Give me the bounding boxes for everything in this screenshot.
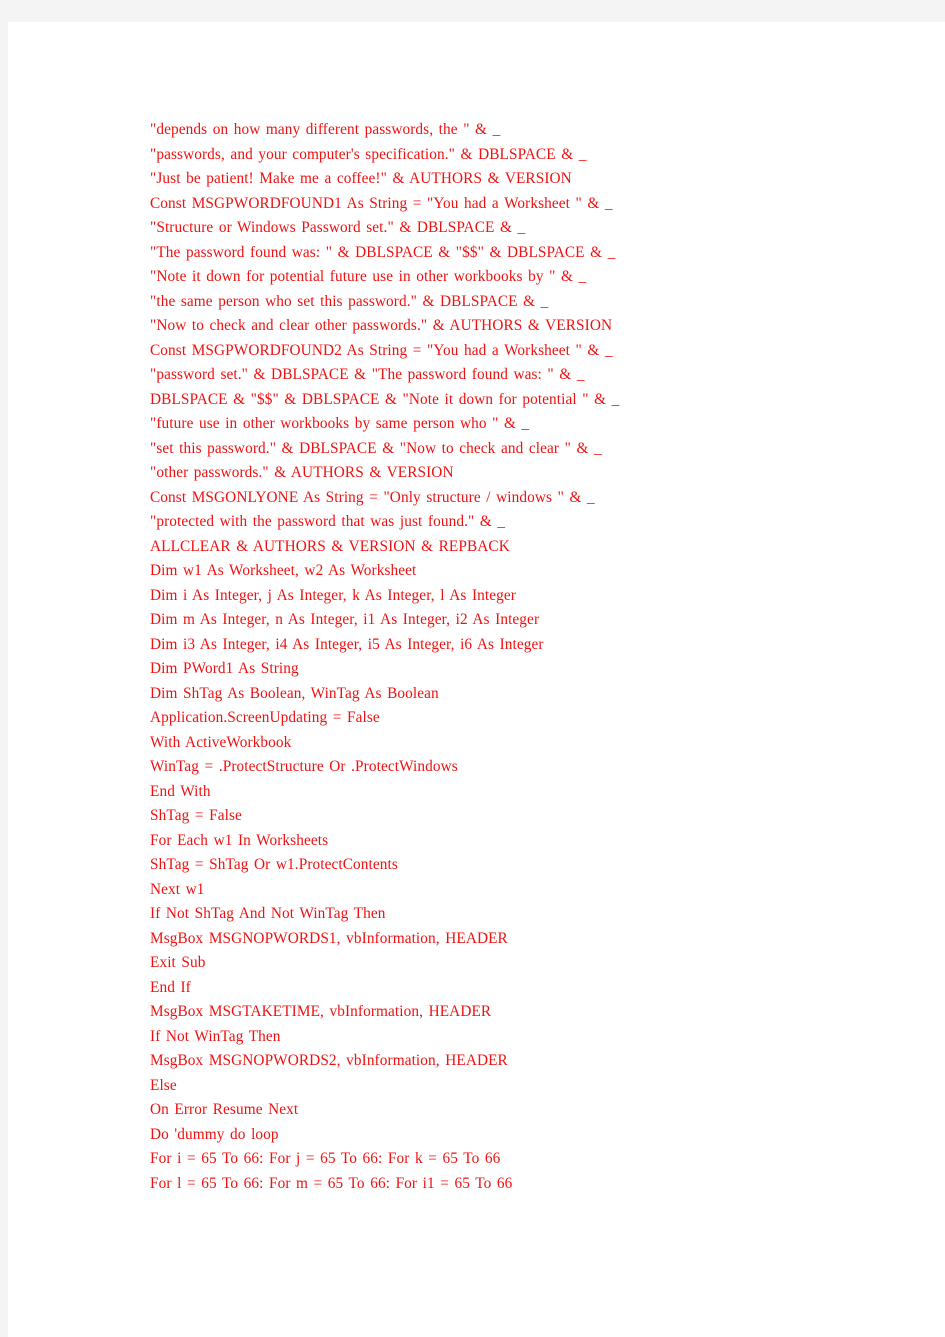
code-line: Dim w1 As Worksheet, w2 As Worksheet (150, 562, 417, 579)
code-line: "set this password." & DBLSPACE & "Now t… (150, 439, 602, 457)
code-line: "future use in other workbooks by same p… (150, 415, 530, 432)
code-line: MsgBox MSGNOPWORDS1, vbInformation, HEAD… (150, 929, 508, 947)
code-line: "other passwords." & AUTHORS & VERSION (150, 464, 454, 481)
code-line: Dim i3 As Integer, i4 As Integer, i5 As … (150, 635, 544, 653)
code-line: ALLCLEAR & AUTHORS & VERSION & REPBACK (150, 537, 510, 555)
code-line: DBLSPACE & "$$" & DBLSPACE & "Note it do… (150, 390, 620, 408)
code-line: "Structure or Windows Password set." & D… (150, 219, 526, 236)
code-line: Do 'dummy do loop (150, 1125, 279, 1143)
code-line: MsgBox MSGTAKETIME, vbInformation, HEADE… (150, 1003, 492, 1020)
code-line: Dim i As Integer, j As Integer, k As Int… (150, 586, 516, 604)
code-line: Const MSGPWORDFOUND1 As String = "You ha… (150, 194, 613, 212)
code-line: For l = 65 To 66: For m = 65 To 66: For … (150, 1174, 513, 1192)
code-line: On Error Resume Next (150, 1101, 299, 1118)
code-line: Dim PWord1 As String (150, 660, 299, 677)
code-line: "Note it down for potential future use i… (150, 268, 587, 285)
document-page: "depends on how many different passwords… (8, 22, 945, 1337)
code-line: Next w1 (150, 880, 205, 898)
code-line: Exit Sub (150, 954, 206, 971)
code-line: If Not ShTag And Not WinTag Then (150, 905, 386, 922)
code-line: MsgBox MSGNOPWORDS2, vbInformation, HEAD… (150, 1052, 508, 1069)
code-line: End With (150, 782, 211, 800)
code-line: "Just be patient! Make me a coffee!" & A… (150, 170, 572, 187)
code-line: "passwords, and your computer's specific… (150, 145, 587, 163)
code-line: Dim m As Integer, n As Integer, i1 As In… (150, 611, 540, 628)
code-line: Const MSGPWORDFOUND2 As String = "You ha… (150, 341, 613, 359)
code-line: Dim ShTag As Boolean, WinTag As Boolean (150, 684, 439, 702)
code-line: "protected with the password that was ju… (150, 513, 506, 530)
code-line: ShTag = ShTag Or w1.ProtectContents (150, 856, 398, 873)
code-line: "The password found was: " & DBLSPACE & … (150, 243, 616, 261)
code-line: "Now to check and clear other passwords.… (150, 317, 613, 334)
code-line: Const MSGONLYONE As String = "Only struc… (150, 488, 595, 506)
code-line: For i = 65 To 66: For j = 65 To 66: For … (150, 1150, 501, 1167)
code-line: WinTag = .ProtectStructure Or .ProtectWi… (150, 758, 458, 775)
code-listing: "depends on how many different passwords… (150, 118, 636, 1196)
code-line: ShTag = False (150, 807, 242, 824)
code-line: If Not WinTag Then (150, 1027, 281, 1045)
code-line: "depends on how many different passwords… (150, 121, 501, 138)
code-line: For Each w1 In Worksheets (150, 831, 329, 849)
code-line: With ActiveWorkbook (150, 733, 292, 751)
code-line: Else (150, 1076, 177, 1094)
code-line: End If (150, 978, 191, 996)
code-line: "password set." & DBLSPACE & "The passwo… (150, 366, 585, 383)
code-line: Application.ScreenUpdating = False (150, 709, 380, 726)
code-line: "the same person who set this password."… (150, 292, 549, 310)
